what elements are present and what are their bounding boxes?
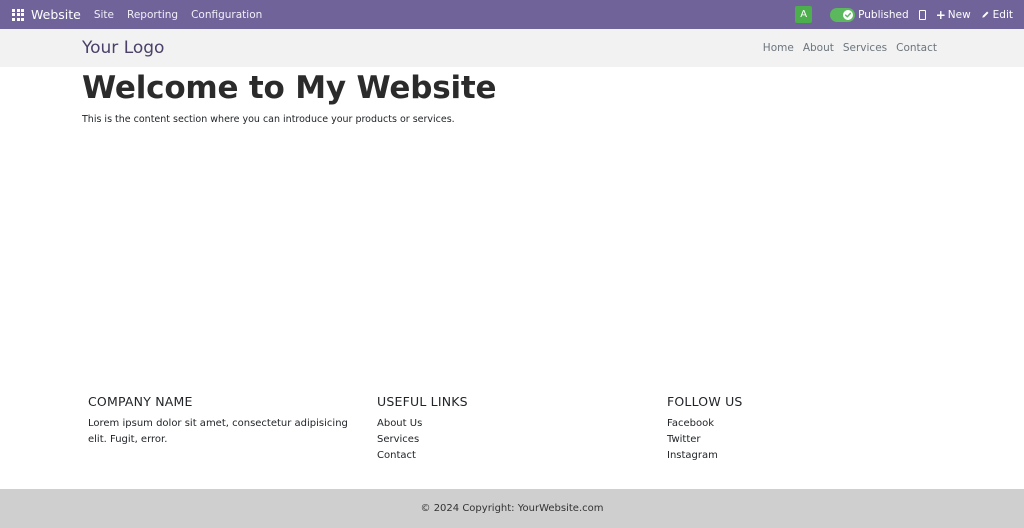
footer-follow-us: FOLLOW US Facebook Twitter Instagram	[667, 394, 947, 464]
edit-button[interactable]: Edit	[981, 9, 1013, 21]
admin-bar: Website Site Reporting Configuration A P…	[0, 0, 1024, 29]
app-name[interactable]: Website	[31, 7, 81, 22]
menu-configuration[interactable]: Configuration	[191, 9, 262, 21]
copyright-bar: © 2024 Copyright: YourWebsite.com	[0, 489, 1024, 528]
nav-home[interactable]: Home	[763, 42, 794, 54]
apps-grid-icon[interactable]	[12, 8, 24, 21]
admin-actions: A Published + New Edit	[795, 0, 1024, 29]
nav-about[interactable]: About	[803, 42, 834, 54]
footer-link-twitter[interactable]: Twitter	[667, 432, 947, 448]
company-heading: COMPANY NAME	[88, 394, 193, 409]
menu-site[interactable]: Site	[94, 9, 114, 21]
nav-services[interactable]: Services	[843, 42, 887, 54]
mobile-preview-icon[interactable]	[918, 9, 926, 20]
nav-contact[interactable]: Contact	[896, 42, 937, 54]
company-text: Lorem ipsum dolor sit amet, consectetur …	[88, 418, 348, 445]
main-nav: Home About Services Contact	[754, 42, 937, 54]
follow-us-heading: FOLLOW US	[667, 394, 743, 409]
page-title: Welcome to My Website	[82, 70, 497, 106]
avatar[interactable]: A	[795, 6, 813, 23]
menu-reporting[interactable]: Reporting	[127, 9, 178, 21]
footer-link-about-us[interactable]: About Us	[377, 416, 657, 432]
plus-icon: +	[935, 7, 946, 22]
pencil-icon	[981, 10, 990, 19]
footer-link-instagram[interactable]: Instagram	[667, 448, 947, 464]
check-icon	[843, 9, 854, 20]
edit-button-label: Edit	[992, 8, 1013, 21]
site-logo[interactable]: Your Logo	[82, 38, 164, 58]
site-header: Your Logo Home About Services Contact	[0, 29, 1024, 67]
footer-link-facebook[interactable]: Facebook	[667, 416, 947, 432]
published-toggle[interactable]	[830, 7, 856, 22]
copyright-text: © 2024 Copyright: YourWebsite.com	[420, 503, 604, 514]
footer-link-services[interactable]: Services	[377, 432, 657, 448]
intro-text: This is the content section where you ca…	[82, 114, 455, 125]
new-button[interactable]: + New	[936, 9, 971, 21]
new-button-label: New	[947, 8, 971, 21]
footer-useful-links: USEFUL LINKS About Us Services Contact	[377, 394, 657, 464]
useful-links-heading: USEFUL LINKS	[377, 394, 468, 409]
footer-link-contact[interactable]: Contact	[377, 448, 657, 464]
published-label[interactable]: Published	[858, 9, 909, 21]
footer-company: COMPANY NAME Lorem ipsum dolor sit amet,…	[88, 394, 368, 448]
